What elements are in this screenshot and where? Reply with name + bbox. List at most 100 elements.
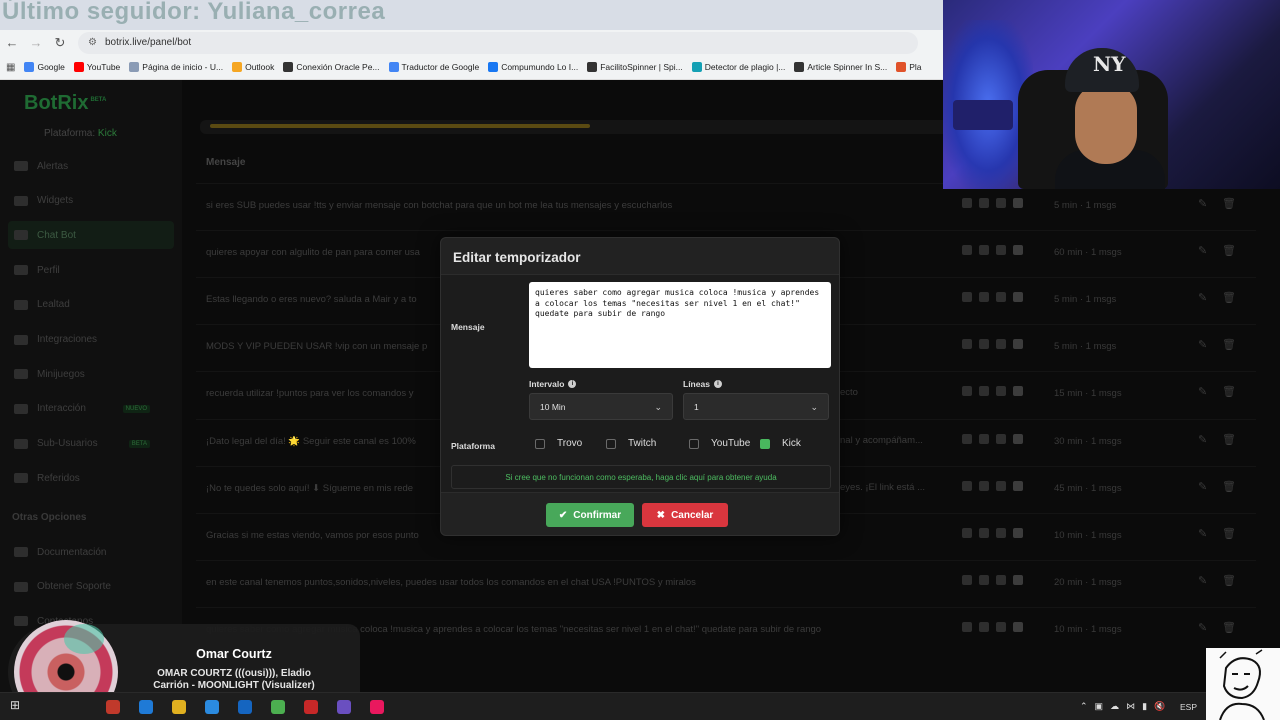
sidebar-other-item[interactable]: Obtener Soporte	[8, 573, 174, 601]
windows-start-icon[interactable]: ⊞	[10, 698, 24, 712]
edit-icon[interactable]: ✎	[1198, 527, 1207, 540]
message-textarea[interactable]: quieres saber como agregar musica coloca…	[529, 282, 831, 368]
checkbox-box[interactable]	[535, 438, 545, 449]
back-icon[interactable]: ←	[0, 31, 24, 55]
sidebar-item[interactable]: Chat Bot	[8, 221, 174, 250]
platform-checkbox[interactable]: Kick	[760, 438, 801, 449]
table-row: en este canal tenemos puntos,sonidos,niv…	[196, 559, 1256, 606]
edit-icon[interactable]: ✎	[1198, 291, 1207, 304]
taskbar-app-icon[interactable]	[370, 700, 384, 714]
taskbar-app-icon[interactable]	[238, 700, 252, 714]
bookmark-item[interactable]: YouTube	[73, 62, 120, 72]
taskbar-app-icon[interactable]	[106, 700, 120, 714]
trash-icon[interactable]: 🗑	[1222, 527, 1236, 540]
trash-icon[interactable]: 🗑	[1222, 621, 1236, 634]
row-interval: 15 min · 1 msgs	[1054, 388, 1122, 400]
sidebar-item[interactable]: Widgets	[8, 187, 174, 215]
edit-icon[interactable]: ✎	[1198, 621, 1207, 634]
sidebar-other-item[interactable]: Documentación	[8, 538, 174, 566]
reload-icon[interactable]: ↻	[48, 31, 72, 55]
row-message: si eres SUB puedes usar !tts y enviar me…	[206, 200, 673, 211]
row-platforms	[962, 245, 1023, 256]
sidebar-item[interactable]: Referidos	[8, 464, 174, 492]
sidebar: BotRix BETA Plataforma: Kick Otras Opcion…	[0, 80, 182, 692]
address-bar[interactable]: ⚙ botrix.live/panel/bot	[78, 31, 918, 54]
trash-icon[interactable]: 🗑	[1222, 291, 1236, 304]
bookmark-item[interactable]: Google	[24, 62, 65, 72]
sidebar-item[interactable]: Perfil	[8, 256, 174, 284]
message-label: Mensaje	[451, 322, 485, 332]
language-indicator[interactable]: ESP	[1180, 702, 1197, 712]
taskbar-app-icon[interactable]	[304, 700, 318, 714]
bookmark-item[interactable]: Detector de plagio |...	[691, 62, 785, 72]
platform-checkbox[interactable]: Trovo	[535, 438, 582, 449]
bluetooth-icon[interactable]: ⋈	[1126, 701, 1135, 712]
sidebar-item[interactable]: Alertas	[8, 152, 174, 180]
edit-icon[interactable]: ✎	[1198, 244, 1207, 257]
info-icon[interactable]: i	[568, 380, 577, 388]
lines-value: 1	[694, 401, 699, 412]
bookmark-item[interactable]: Pla	[896, 62, 922, 72]
help-link[interactable]: Si cree que no funcionan como esperaba, …	[451, 465, 831, 489]
platform-label: Plataforma:	[44, 128, 96, 139]
sidebar-item[interactable]: Interacción NUEVO	[8, 395, 174, 423]
edit-icon[interactable]: ✎	[1198, 197, 1207, 210]
bookmark-item[interactable]: Compumundo Lo I...	[488, 62, 578, 72]
cancel-button[interactable]: ✖ Cancelar	[642, 503, 728, 527]
trash-icon[interactable]: 🗑	[1222, 244, 1236, 257]
sidebar-item-badge: NUEVO	[122, 404, 150, 413]
bookmark-item[interactable]: Conexión Oracle Pe...	[283, 62, 380, 72]
info-icon[interactable]: i	[713, 380, 722, 388]
trash-icon[interactable]: 🗑	[1222, 433, 1236, 446]
trash-icon[interactable]: 🗑	[1222, 574, 1236, 587]
battery-icon[interactable]: ▮	[1142, 701, 1147, 712]
sidebar-item[interactable]: Lealtad	[8, 291, 174, 319]
edit-icon[interactable]: ✎	[1198, 433, 1207, 446]
cancel-label: Cancelar	[671, 509, 714, 521]
cloud-icon[interactable]: ☁	[1110, 701, 1119, 712]
site-info-icon[interactable]: ⚙	[88, 37, 97, 48]
sidebar-item[interactable]: Minijuegos	[8, 360, 174, 388]
apps-grid-icon[interactable]: ▦	[6, 62, 15, 73]
platform-checkbox[interactable]: Twitch	[606, 438, 656, 449]
mute-icon[interactable]: 🔇	[1154, 701, 1165, 712]
bookmark-item[interactable]: Outlook	[232, 62, 274, 72]
botrix-logo[interactable]: BotRix BETA	[24, 92, 106, 115]
forward-icon[interactable]: →	[24, 31, 48, 55]
taskbar-app-icon[interactable]	[172, 700, 186, 714]
trash-icon[interactable]: 🗑	[1222, 480, 1236, 493]
taskbar-app-icon[interactable]	[271, 700, 285, 714]
bookmark-item[interactable]: Article Spinner In S...	[794, 62, 887, 72]
interval-value: 10 Min	[540, 401, 566, 412]
chevron-down-icon: ⌄	[654, 402, 662, 412]
kick-icon	[1013, 480, 1023, 491]
platform-checkbox-label: Twitch	[628, 438, 657, 449]
tray-chevron-icon[interactable]: ⌃	[1080, 701, 1088, 712]
checkbox-box[interactable]	[760, 438, 770, 449]
checkbox-box[interactable]	[689, 438, 699, 449]
trash-icon[interactable]: 🗑	[1222, 385, 1236, 398]
lines-select[interactable]: 1 ⌄	[683, 393, 829, 420]
edit-icon[interactable]: ✎	[1198, 338, 1207, 351]
edit-icon[interactable]: ✎	[1198, 385, 1207, 398]
taskbar-app-icon[interactable]	[205, 700, 219, 714]
sidebar-item[interactable]: Integraciones	[8, 326, 174, 354]
platform-value: Kick	[97, 128, 117, 139]
trovo-icon	[962, 527, 972, 538]
edit-icon[interactable]: ✎	[1198, 574, 1207, 587]
bookmark-item[interactable]: Traductor de Google	[388, 62, 479, 72]
sidebar-item[interactable]: Sub-Usuarios BETA	[8, 430, 174, 458]
platform-checkbox[interactable]: YouTube	[689, 438, 750, 449]
interval-select[interactable]: 10 Min ⌄	[529, 393, 673, 420]
checkbox-box[interactable]	[606, 438, 616, 449]
bookmark-item[interactable]: FacilitoSpinner | Spi...	[587, 62, 683, 72]
trash-icon[interactable]: 🗑	[1222, 338, 1236, 351]
bookmark-item[interactable]: Página de inicio - U...	[129, 62, 223, 72]
edit-icon[interactable]: ✎	[1198, 480, 1207, 493]
tray-app-icon[interactable]: ▣	[1095, 701, 1104, 712]
taskbar-app-icon[interactable]	[337, 700, 351, 714]
bookmark-label: Article Spinner In S...	[807, 62, 888, 72]
confirm-button[interactable]: ✔ Confirmar	[546, 503, 634, 527]
taskbar-app-icon[interactable]	[139, 700, 153, 714]
trash-icon[interactable]: 🗑	[1222, 197, 1236, 210]
